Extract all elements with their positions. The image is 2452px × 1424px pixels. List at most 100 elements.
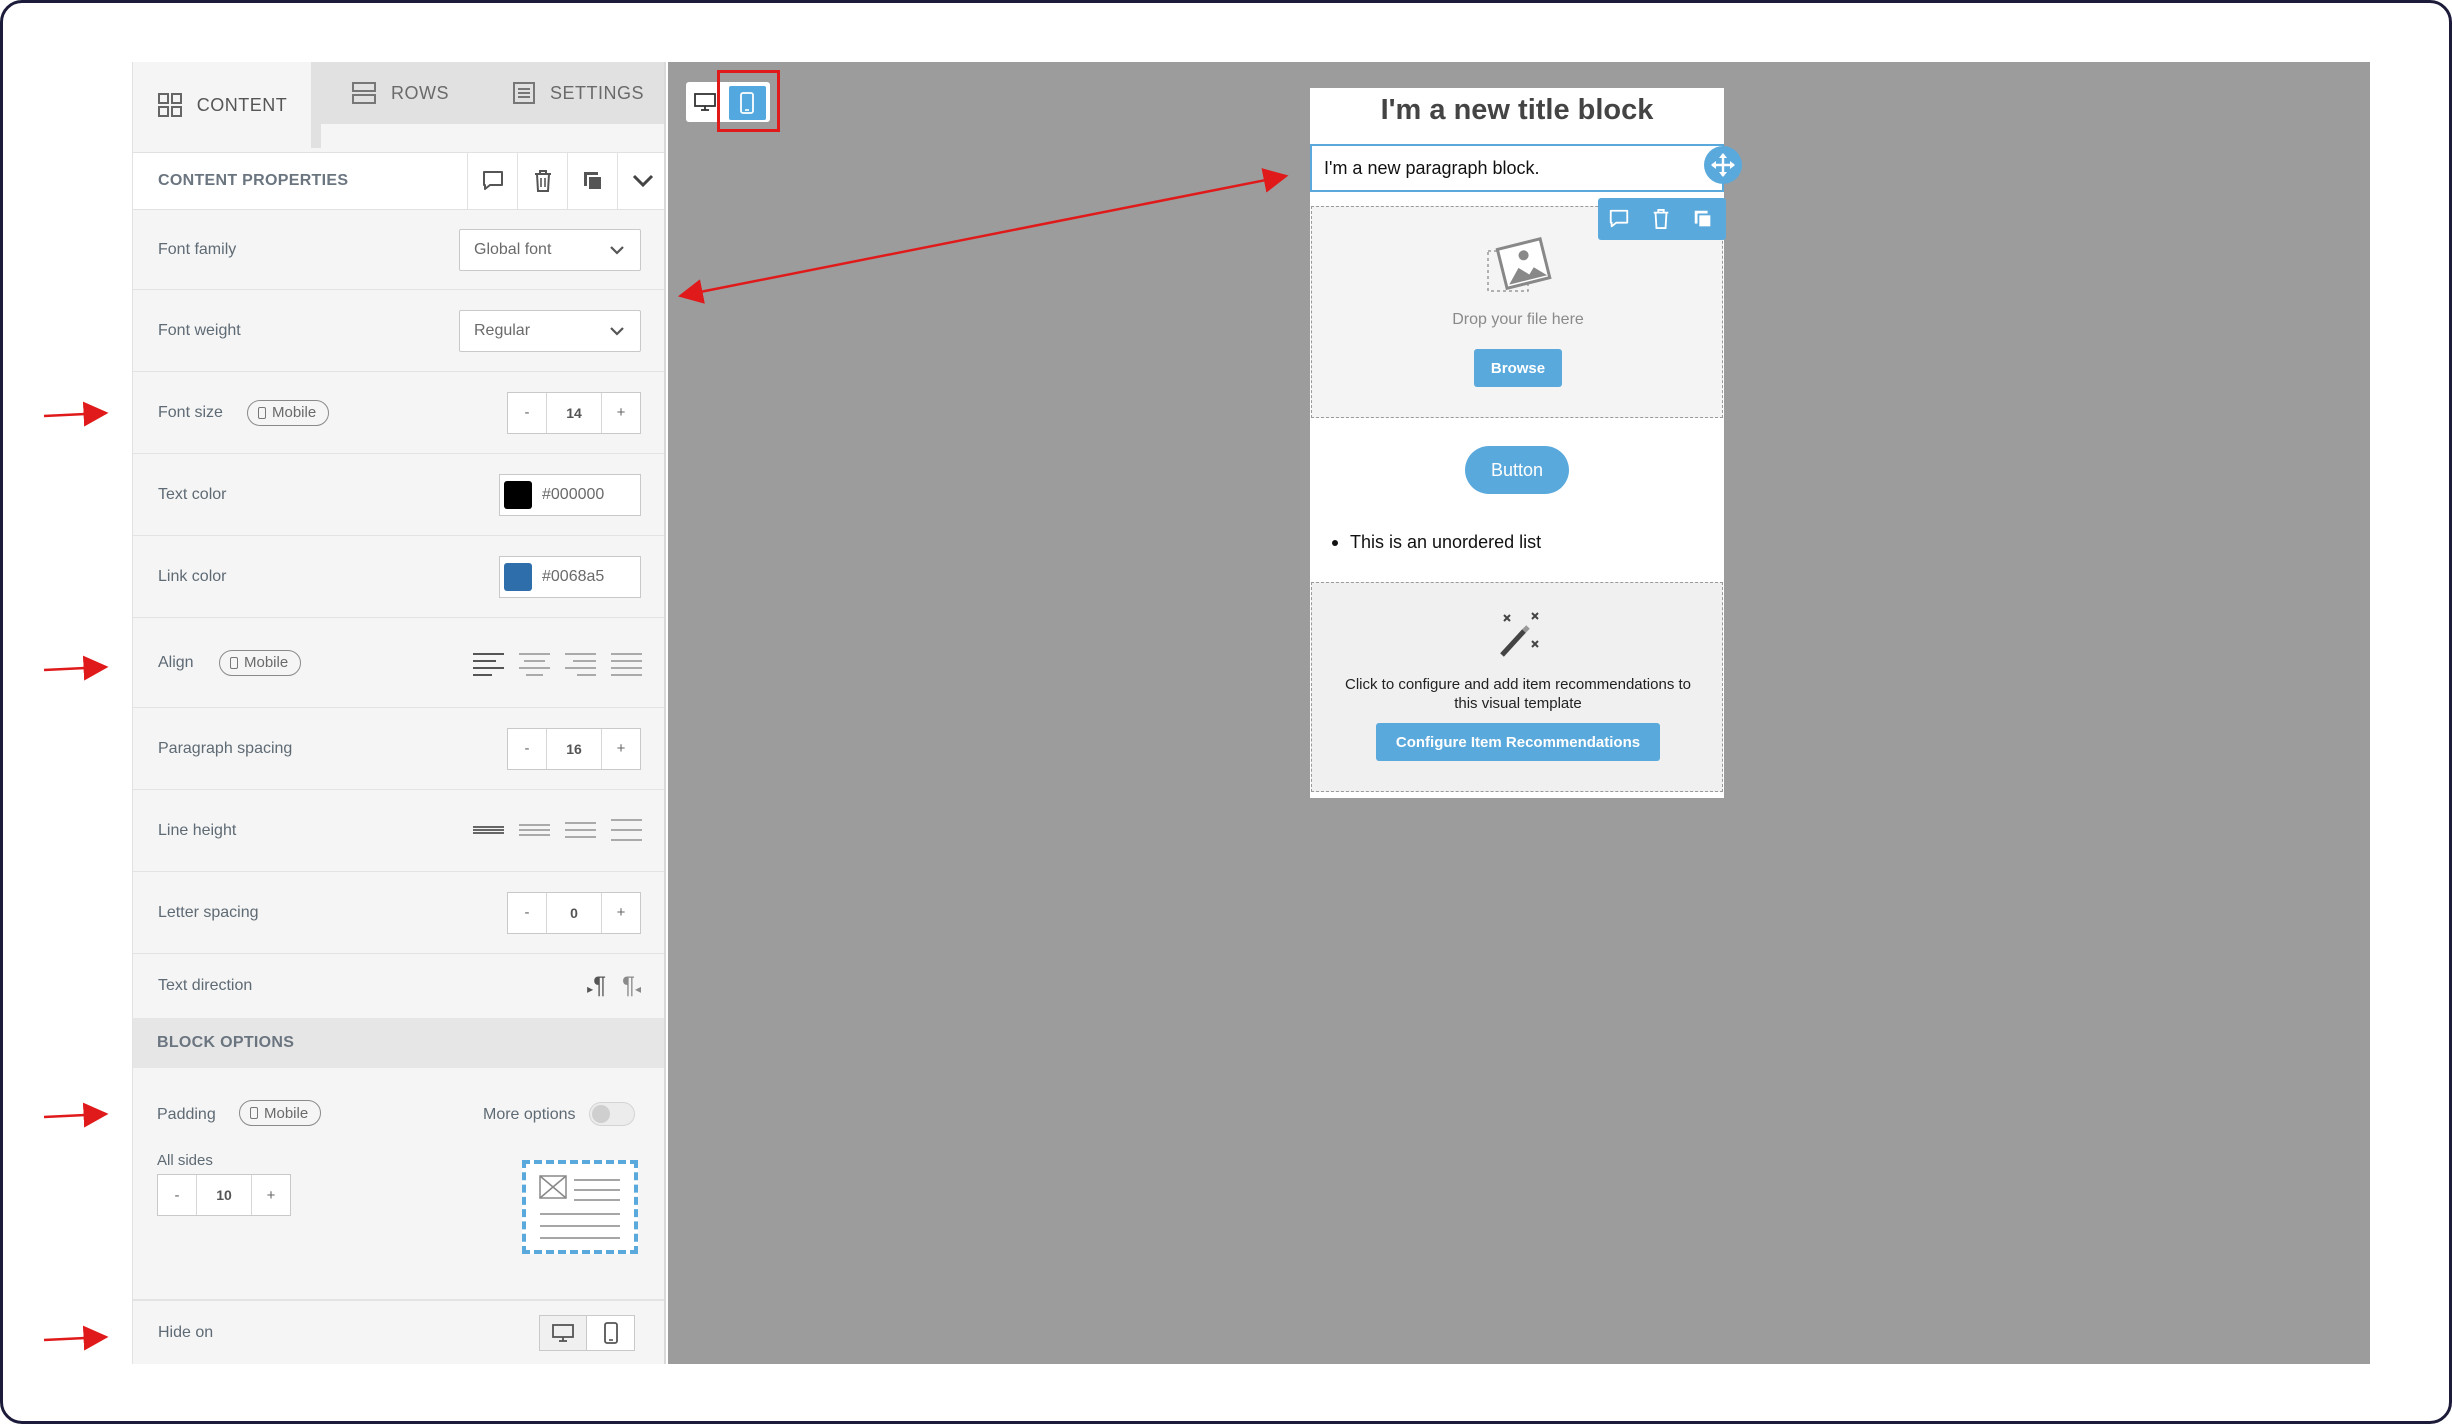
block-options-header: BLOCK OPTIONS [133, 1018, 664, 1068]
line-height-normal-icon[interactable] [518, 818, 551, 844]
font-size-value[interactable]: 14 [546, 392, 602, 433]
hide-on-mobile-button[interactable] [587, 1316, 634, 1350]
rows-icon [351, 81, 377, 105]
text-direction-label: Text direction [158, 977, 253, 994]
tab-strip [321, 124, 664, 148]
configure-recommendations-button[interactable]: Configure Item Recommendations [1376, 723, 1660, 761]
move-icon [1711, 153, 1735, 177]
rtl-icon[interactable]: ¶◂ [622, 972, 641, 1000]
text-direction-row: Text direction ▸¶ ¶◂ [133, 954, 664, 1018]
mobile-badge-label: Mobile [264, 1104, 309, 1122]
line-height-loose-icon[interactable] [610, 818, 643, 844]
more-options-toggle[interactable] [589, 1102, 635, 1126]
align-center-icon[interactable] [518, 650, 551, 676]
font-weight-select[interactable]: Regular [459, 309, 641, 352]
duplicate-icon [1694, 210, 1713, 229]
recommendation-block[interactable]: Click to configure and add item recommen… [1311, 582, 1723, 792]
paragraph-spacing-value[interactable]: 16 [546, 728, 602, 769]
mobile-badge-label: Mobile [244, 654, 289, 671]
content-properties-header: CONTENT PROPERTIES [133, 152, 664, 210]
mobile-badge[interactable]: Mobile [219, 649, 302, 676]
increment-button[interactable]: + [602, 893, 640, 933]
align-right-icon[interactable] [564, 650, 597, 676]
tab-settings[interactable]: SETTINGS [489, 62, 664, 124]
increment-button[interactable]: + [602, 729, 640, 769]
font-size-label: Font size [158, 403, 223, 421]
decrement-button[interactable]: - [508, 729, 546, 769]
block-comment-button[interactable] [1598, 198, 1640, 240]
collapse-button[interactable] [617, 152, 664, 210]
annotation-highlight-box [717, 70, 780, 132]
move-handle[interactable] [1704, 146, 1742, 184]
decrement-button[interactable]: - [508, 893, 546, 933]
font-family-row: Font family Global font [133, 210, 664, 290]
browse-button[interactable]: Browse [1474, 349, 1562, 387]
font-size-row: Font size Mobile - 14 + [133, 372, 664, 454]
block-delete-button[interactable] [1640, 198, 1682, 240]
drop-file-text: Drop your file here [1452, 311, 1584, 328]
tab-rows-label: ROWS [391, 82, 449, 103]
mobile-badge[interactable]: Mobile [239, 1100, 322, 1126]
paragraph-block[interactable]: I'm a new paragraph block. [1310, 144, 1724, 192]
all-sides-label: All sides [157, 1152, 213, 1169]
padding-preview [522, 1160, 638, 1254]
text-color-value: #000000 [542, 485, 605, 503]
duplicate-button[interactable] [567, 152, 617, 210]
font-weight-row: Font weight Regular [133, 290, 664, 372]
toggle-knob [592, 1105, 610, 1123]
font-family-select[interactable]: Global font [459, 228, 641, 271]
link-color-swatch [504, 562, 532, 591]
padding-value[interactable]: 10 [196, 1175, 252, 1215]
tab-content[interactable]: CONTENT [133, 62, 311, 148]
recommendation-text: Click to configure and add item recommen… [1344, 676, 1691, 712]
hide-on-row: Hide on [133, 1300, 664, 1364]
mobile-badge-label: Mobile [272, 404, 317, 421]
list-block[interactable]: This is an unordered list [1332, 532, 1541, 553]
decrement-button[interactable]: - [508, 393, 546, 433]
mobile-badge[interactable]: Mobile [247, 399, 330, 426]
increment-button[interactable]: + [602, 393, 640, 433]
sidebar-panel: CONTENT ROWS SETTINGS CONTENT PROPERTIES [132, 62, 666, 1364]
align-row: Align Mobile [133, 618, 664, 708]
text-direction-options: ▸¶ ¶◂ [587, 972, 641, 1000]
comment-icon [1609, 209, 1629, 228]
padding-label: Padding [157, 1106, 216, 1123]
desktop-icon [694, 93, 717, 111]
increment-button[interactable]: + [252, 1175, 290, 1215]
email-button-block[interactable]: Button [1465, 446, 1569, 494]
desktop-icon [552, 1323, 574, 1342]
letter-spacing-value[interactable]: 0 [546, 892, 602, 933]
delete-button[interactable] [517, 152, 567, 210]
letter-spacing-stepper: - 0 + [507, 891, 641, 934]
align-left-icon[interactable] [472, 650, 505, 676]
hide-on-desktop-button[interactable] [540, 1315, 588, 1350]
align-justify-icon[interactable] [610, 650, 643, 676]
decrement-button[interactable]: - [158, 1175, 196, 1215]
chevron-down-icon [632, 174, 653, 188]
title-block[interactable]: I'm a new title block [1310, 94, 1724, 127]
block-duplicate-button[interactable] [1682, 198, 1724, 240]
comment-button[interactable] [467, 152, 517, 210]
line-height-tight-icon[interactable] [472, 818, 505, 844]
padding-stepper: - 10 + [157, 1174, 291, 1216]
image-placeholder-icon [1487, 237, 1552, 292]
trash-icon [1653, 209, 1669, 229]
settings-list-icon [512, 81, 536, 105]
grid-icon [157, 92, 183, 118]
font-size-stepper: - 14 + [507, 391, 641, 434]
chevron-down-icon [610, 245, 624, 255]
phone-icon [258, 406, 266, 419]
link-color-label: Link color [158, 567, 227, 585]
line-height-label: Line height [158, 821, 237, 839]
block-options-title: BLOCK OPTIONS [157, 1034, 295, 1051]
text-color-picker[interactable]: #000000 [499, 473, 641, 516]
link-color-picker[interactable]: #0068a5 [499, 555, 641, 598]
link-color-row: Link color #0068a5 [133, 536, 664, 618]
letter-spacing-row: Letter spacing - 0 + [133, 872, 664, 954]
tab-rows[interactable]: ROWS [311, 62, 489, 124]
line-height-relaxed-icon[interactable] [564, 818, 597, 844]
duplicate-icon [583, 172, 603, 191]
tab-settings-label: SETTINGS [549, 82, 644, 103]
line-height-row: Line height [133, 790, 664, 872]
ltr-icon[interactable]: ▸¶ [587, 972, 606, 1000]
